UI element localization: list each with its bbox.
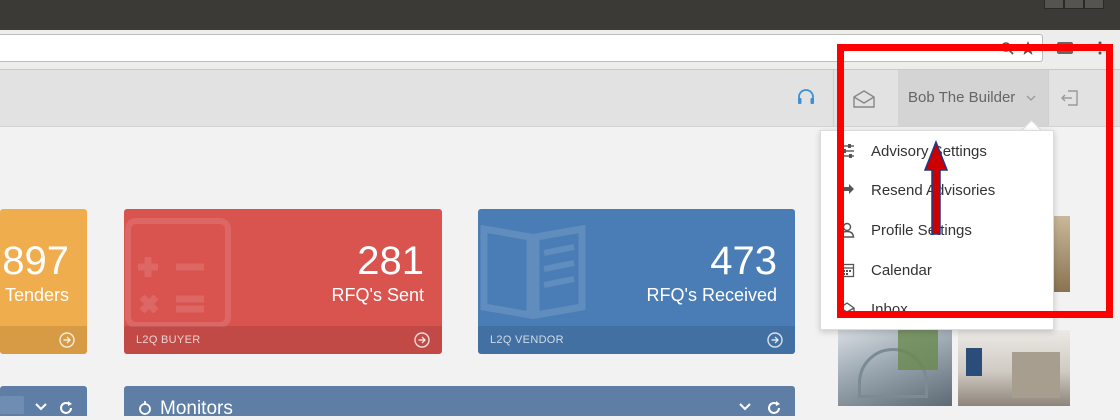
photo-detail xyxy=(966,348,982,376)
card-footer-text: L2Q BUYER xyxy=(136,334,201,346)
tenders-count: 897 xyxy=(2,239,69,283)
window-close-button[interactable] xyxy=(1084,0,1104,9)
gallery-photo[interactable] xyxy=(958,330,1070,406)
panel-select[interactable] xyxy=(0,396,24,414)
arrow-circle-right-icon[interactable] xyxy=(414,332,430,348)
monitors-panel-header: Monitors xyxy=(124,386,795,419)
rfq-sent-label: RFQ's Sent xyxy=(331,285,424,305)
rfq-sent-count: 281 xyxy=(357,239,424,283)
annotation-highlight-box xyxy=(837,44,1113,318)
rfq-sent-card[interactable]: 281 RFQ's Sent L2Q BUYER xyxy=(124,209,442,354)
rfq-received-label: RFQ's Received xyxy=(646,285,777,305)
monitors-title: Monitors xyxy=(160,398,233,419)
rfq-received-count: 473 xyxy=(710,239,777,283)
card-footer xyxy=(0,326,87,354)
refresh-icon[interactable] xyxy=(766,400,782,416)
gallery-photo[interactable] xyxy=(838,330,952,406)
tenders-label: Tenders xyxy=(4,285,69,305)
monitor-icon xyxy=(138,400,152,416)
arrow-circle-right-icon[interactable] xyxy=(767,332,783,348)
window-minimize-button[interactable] xyxy=(1044,0,1064,9)
collapse-icon[interactable] xyxy=(34,402,48,412)
calculator-watermark-icon xyxy=(124,217,234,327)
browser-title-bar xyxy=(0,0,1120,30)
tenders-card[interactable]: 897 Tenders xyxy=(0,209,87,354)
annotation-arrow-icon xyxy=(922,140,950,236)
card-footer-text: L2Q VENDOR xyxy=(490,334,564,346)
photo-detail xyxy=(898,330,938,370)
card-footer: L2Q VENDOR xyxy=(478,326,795,354)
window-maximize-button[interactable] xyxy=(1064,0,1084,9)
book-watermark-icon xyxy=(478,219,588,319)
arrow-circle-right-icon[interactable] xyxy=(59,332,75,348)
headset-icon[interactable] xyxy=(796,89,816,107)
photo-detail xyxy=(1012,352,1060,398)
card-footer: L2Q BUYER xyxy=(124,326,442,354)
left-panel-header xyxy=(0,386,87,416)
refresh-icon[interactable] xyxy=(58,400,74,416)
collapse-icon[interactable] xyxy=(738,402,752,412)
rfq-received-card[interactable]: 473 RFQ's Received L2Q VENDOR xyxy=(478,209,795,354)
header-divider xyxy=(833,70,834,126)
